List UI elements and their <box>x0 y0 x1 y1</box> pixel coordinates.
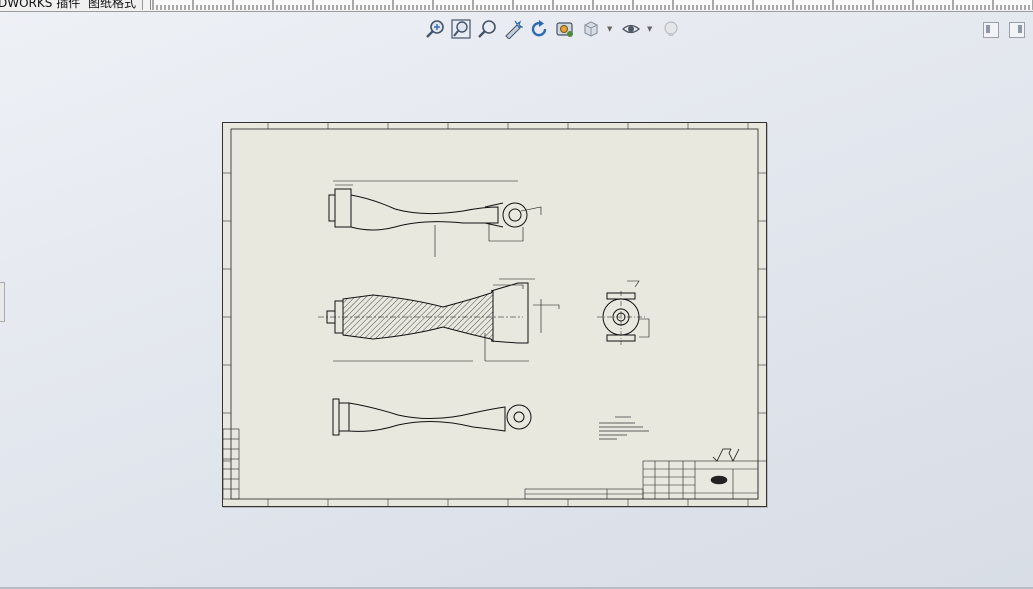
title-block <box>524 460 759 500</box>
view-settings-icon[interactable] <box>660 18 682 40</box>
drawing-sheet[interactable] <box>222 122 767 507</box>
zoom-to-area-icon[interactable] <box>450 18 472 40</box>
side-view <box>597 280 650 345</box>
zoom-to-fit-icon[interactable] <box>424 18 446 40</box>
top-tab-strip: DWORKS 插件 图纸格式 <box>0 0 1033 12</box>
bottom-view <box>332 398 532 436</box>
hide-show-dropdown-icon[interactable]: ▼ <box>647 25 655 33</box>
section-view <box>318 278 560 362</box>
collapse-panel-right-button[interactable] <box>1009 22 1025 38</box>
top-view <box>328 180 542 257</box>
tab-solidworks-addins[interactable]: DWORKS 插件 <box>0 0 88 10</box>
feature-manager-handle[interactable] <box>0 282 5 322</box>
technical-notes <box>599 416 649 440</box>
display-style-icon[interactable] <box>580 18 602 40</box>
drawing-canvas <box>223 123 766 506</box>
apply-scene-icon[interactable] <box>554 18 576 40</box>
zone-marks <box>223 123 766 506</box>
horizontal-ruler <box>150 0 1033 10</box>
heads-up-view-toolbar: ▼ ▼ <box>424 18 686 42</box>
display-style-dropdown-icon[interactable]: ▼ <box>607 25 615 33</box>
surface-finish-symbol <box>712 448 740 462</box>
tab-sheet-format[interactable]: 图纸格式 <box>82 0 144 10</box>
ruler-ticks <box>152 0 1033 10</box>
select-icon[interactable] <box>502 18 524 40</box>
sheet-border <box>230 128 759 500</box>
hide-show-icon[interactable] <box>620 18 642 40</box>
redraw-icon[interactable] <box>528 18 550 40</box>
collapse-panel-left-button[interactable] <box>983 22 999 38</box>
zoom-in-out-icon[interactable] <box>476 18 498 40</box>
